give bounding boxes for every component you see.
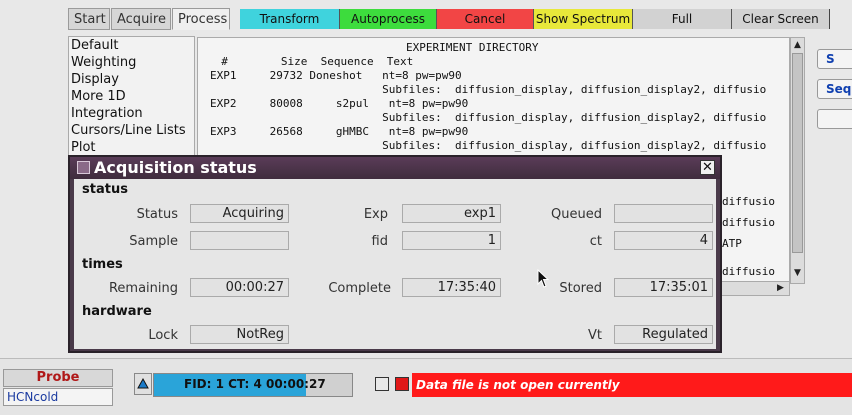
autoprocess-button[interactable]: Autoprocess	[340, 9, 437, 29]
directory-row: EXP2 80008 s2pul nt=8 pw=pw90	[210, 97, 469, 110]
directory-text-fragment: diffusio	[722, 265, 775, 278]
tab-start[interactable]: Start	[68, 8, 110, 30]
queued-field	[614, 204, 713, 223]
status-label: Status	[136, 207, 178, 222]
tab-process[interactable]: Process	[172, 8, 230, 30]
complete-field: 17:35:40	[402, 278, 501, 297]
tab-acquire[interactable]: Acquire	[111, 8, 171, 30]
menu-item-default[interactable]: Default	[69, 37, 194, 54]
directory-row: Subfiles: diffusion_display, diffusion_d…	[210, 111, 767, 124]
dialog-title: Acquisition status	[94, 158, 257, 177]
exp-label: Exp	[363, 207, 388, 222]
menu-item-more-1d[interactable]: More 1D	[69, 88, 194, 105]
menu-item-display[interactable]: Display	[69, 71, 194, 88]
complete-label: Complete	[328, 281, 391, 296]
vt-label: Vt	[588, 328, 602, 343]
menu-item-plot[interactable]: Plot	[69, 139, 194, 156]
window-menu-icon[interactable]	[77, 161, 90, 174]
lock-field: NotReg	[190, 325, 289, 344]
close-icon[interactable]: ✕	[700, 160, 715, 175]
acquisition-status-dialog: Acquisition status ✕ status Status Acqui…	[68, 155, 722, 353]
probe-button[interactable]: Probe	[3, 369, 113, 387]
dialog-body: status Status Acquiring Exp exp1 Queued …	[74, 179, 716, 349]
stored-field: 17:35:01	[614, 278, 713, 297]
right-button-s[interactable]: S	[817, 49, 852, 69]
exp-field: exp1	[402, 204, 501, 223]
directory-text-fragment: diffusio	[722, 216, 775, 229]
directory-header: # Size Sequence Text	[208, 55, 414, 68]
error-indicator-icon[interactable]	[395, 377, 409, 391]
right-button-blank[interactable]	[817, 109, 852, 129]
right-button-seq[interactable]: Seq	[817, 79, 852, 99]
section-times: times	[82, 257, 123, 272]
stop-square-icon[interactable]	[375, 377, 389, 391]
progress-text: FID: 1 CT: 4 00:00:27	[184, 377, 326, 391]
sample-label: Sample	[129, 234, 178, 249]
scroll-up-icon[interactable]: ▲	[791, 39, 804, 52]
directory-row: Subfiles: diffusion_display, diffusion_d…	[210, 139, 767, 152]
directory-text-fragment: ATP	[722, 237, 742, 250]
scroll-right-icon[interactable]: ▶	[774, 282, 787, 295]
section-hardware: hardware	[82, 304, 152, 319]
directory-row: EXP1 29732 Doneshot nt=8 pw=pw90	[210, 69, 462, 82]
dialog-titlebar[interactable]: Acquisition status ✕	[70, 157, 720, 179]
cancel-button[interactable]: Cancel	[437, 9, 534, 29]
acquisition-progress-bar: FID: 1 CT: 4 00:00:27	[153, 373, 353, 397]
stored-label: Stored	[559, 281, 602, 296]
directory-text-fragment: diffusio	[722, 195, 775, 208]
sample-field	[190, 231, 289, 250]
vt-field: Regulated	[614, 325, 713, 344]
remaining-label: Remaining	[108, 281, 178, 296]
remaining-field: 00:00:27	[190, 278, 289, 297]
show-spectrum-button[interactable]: Show Spectrum	[534, 9, 633, 29]
scroll-down-icon[interactable]: ▼	[791, 267, 804, 280]
ct-field: 4	[614, 231, 713, 250]
directory-title: EXPERIMENT DIRECTORY	[406, 41, 539, 54]
menu-item-integration[interactable]: Integration	[69, 105, 194, 122]
menu-item-weighting[interactable]: Weighting	[69, 54, 194, 71]
directory-vertical-scrollbar[interactable]: ▲ ▼	[790, 37, 805, 284]
mouse-pointer-icon	[537, 269, 550, 288]
probe-name-field[interactable]: HCNcold	[3, 388, 113, 406]
scroll-thumb[interactable]	[792, 53, 803, 253]
error-message: Data file is not open currently	[412, 373, 852, 397]
queued-label: Queued	[551, 207, 602, 222]
ct-label: ct	[589, 234, 602, 249]
fid-label: fid	[371, 234, 388, 249]
transform-button[interactable]: Transform	[240, 9, 340, 29]
section-status: status	[82, 182, 128, 197]
full-button[interactable]: Full	[633, 9, 732, 29]
triangle-icon	[137, 377, 149, 389]
menu-item-cursors-line-lists[interactable]: Cursors/Line Lists	[69, 122, 194, 139]
status-field: Acquiring	[190, 204, 289, 223]
acquire-status-indicator[interactable]	[134, 373, 152, 395]
fid-field: 1	[402, 231, 501, 250]
lock-label: Lock	[148, 328, 178, 343]
process-menu: Default Weighting Display More 1D Integr…	[68, 36, 195, 161]
clear-screen-button[interactable]: Clear Screen	[732, 9, 830, 29]
directory-row: EXP3 26568 gHMBC nt=8 pw=pw90	[210, 125, 469, 138]
bottom-status-bar: Probe HCNcold FID: 1 CT: 4 00:00:27 Data…	[0, 358, 852, 415]
directory-row: Subfiles: diffusion_display, diffusion_d…	[210, 83, 767, 96]
